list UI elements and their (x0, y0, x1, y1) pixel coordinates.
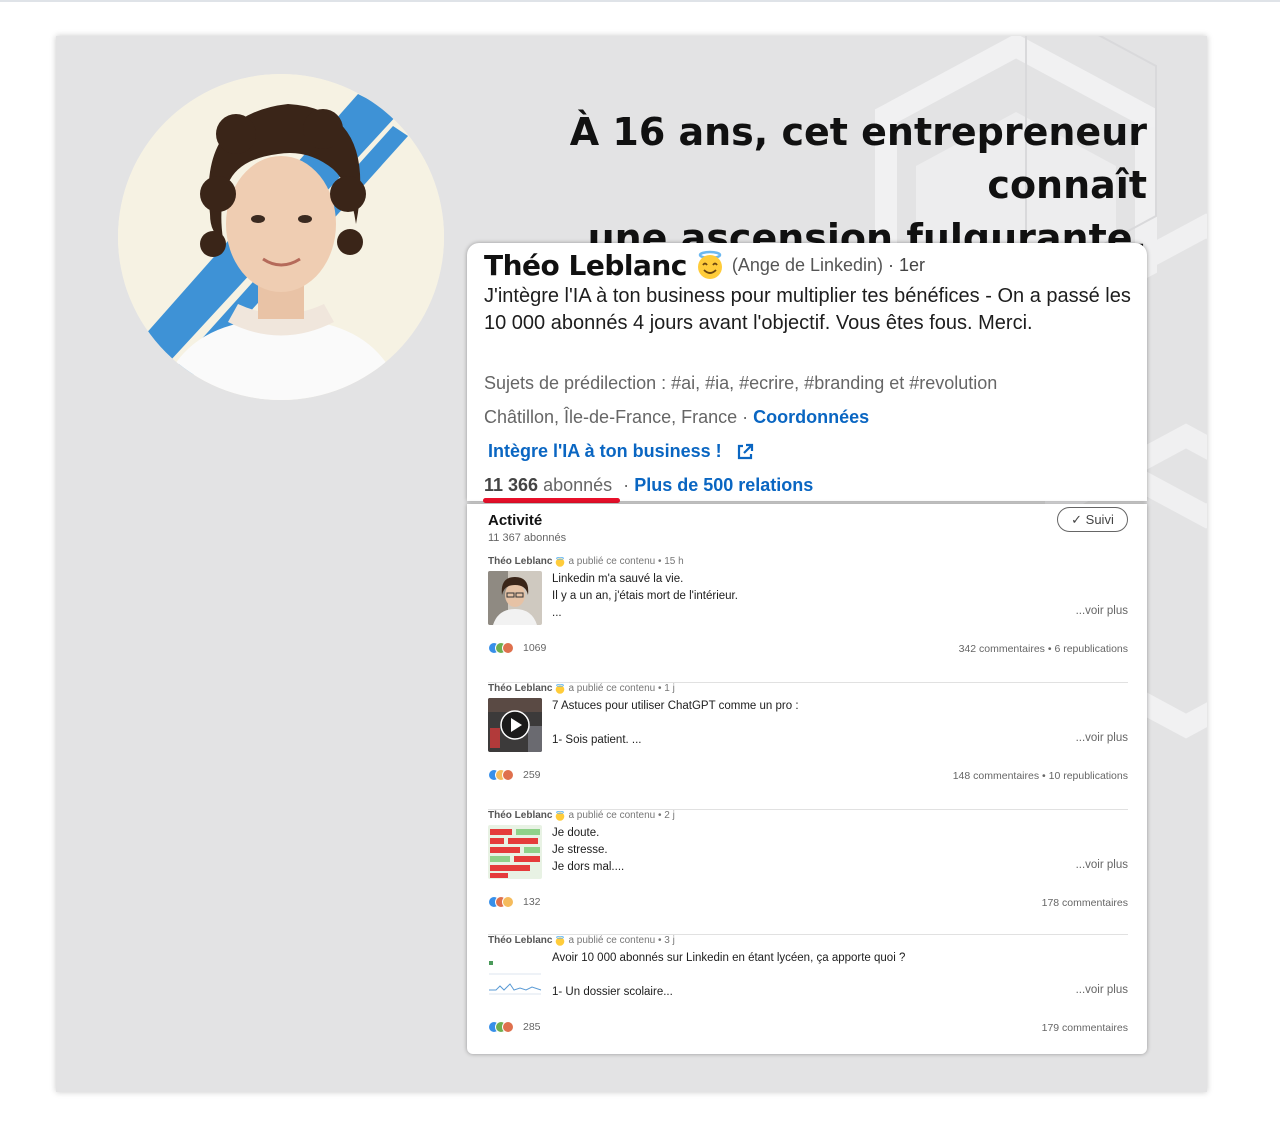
smiling-face-with-halo-icon (697, 250, 722, 279)
activity-post[interactable]: Théo Leblanc a publié ce contenu • 1 j 7… (488, 683, 1128, 810)
post-action: a publié ce contenu (568, 810, 656, 821)
post-text-line: 1- Un dossier scolaire... (552, 986, 673, 998)
post-time: • 15 h (657, 556, 684, 567)
post-text-line: Je dors mal.... (552, 861, 625, 873)
profile-photo-avatar (118, 74, 444, 400)
see-more-link[interactable]: ...voir plus (1076, 984, 1128, 996)
profile-name-row: Théo Leblanc (Ange de Linkedin) · 1er (484, 247, 925, 283)
profile-location-row: Châtillon, Île-de-France, France · Coord… (484, 407, 869, 428)
post-time: • 3 j (657, 935, 675, 946)
headline-title: À 16 ans, cet entrepreneur connaît une a… (427, 106, 1147, 265)
activity-panel: Activité 11 367 abonnés ✓ Suivi Théo Leb… (467, 504, 1147, 1054)
post-author[interactable]: Théo Leblanc (488, 556, 552, 567)
post-text-line: 1- Sois patient. ... (552, 734, 642, 746)
reaction-count: 132 (523, 896, 541, 908)
post-meta: Théo Leblanc a publié ce contenu • 2 j (488, 810, 675, 821)
post-meta: Théo Leblanc a publié ce contenu • 1 j (488, 683, 675, 694)
post-reactions[interactable]: 132 (488, 896, 541, 908)
stats-separator: · (623, 475, 630, 495)
profile-name: Théo Leblanc (484, 248, 687, 282)
activity-post[interactable]: Théo Leblanc a publié ce contenu • 15 h … (488, 556, 1128, 683)
see-more-link[interactable]: ...voir plus (1076, 605, 1128, 617)
activity-post[interactable]: Théo Leblanc a publié ce contenu • 2 j J… (488, 810, 1128, 935)
reaction-count: 285 (523, 1021, 541, 1033)
post-text-line: 7 Astuces pour utiliser ChatGPT comme un… (552, 700, 799, 712)
reaction-count: 1069 (523, 642, 547, 654)
connection-degree: · 1er (888, 254, 926, 275)
promo-card: À 16 ans, cet entrepreneur connaît une a… (56, 36, 1207, 1092)
post-reactions[interactable]: 259 (488, 769, 541, 781)
post-text: 7 Astuces pour utiliser ChatGPT comme un… (552, 698, 1052, 749)
post-text-line: Avoir 10 000 abonnés sur Linkedin en éta… (552, 952, 906, 964)
profile-website-row[interactable]: Intègre l'IA à ton business ! (488, 441, 754, 462)
reaction-icons (488, 642, 514, 654)
post-stats[interactable]: 342 commentaires • 6 republications (959, 643, 1128, 655)
headline-line-1: À 16 ans, cet entrepreneur connaît (569, 110, 1147, 207)
reaction-icons (488, 1021, 514, 1033)
post-text-line: Je doute. (552, 827, 600, 839)
contact-info-link[interactable]: Coordonnées (753, 407, 869, 427)
post-thumbnail-spreadsheet[interactable] (488, 825, 542, 879)
profile-topics: Sujets de prédilection : #ai, #ia, #ecri… (484, 373, 998, 393)
reaction-count: 259 (523, 769, 541, 781)
post-thumbnail-analytics[interactable] (488, 950, 542, 1004)
post-thumbnail-portrait[interactable] (488, 571, 542, 625)
post-text: Linkedin m'a sauvé la vie. Il y a un an,… (552, 571, 1052, 622)
post-text-line (552, 967, 1052, 984)
website-link[interactable]: Intègre l'IA à ton business ! (488, 441, 722, 462)
post-author[interactable]: Théo Leblanc (488, 935, 552, 946)
post-text: Avoir 10 000 abonnés sur Linkedin en éta… (552, 950, 1052, 1001)
activity-followers-count: 11 367 abonnés (488, 532, 567, 544)
post-author[interactable]: Théo Leblanc (488, 810, 552, 821)
post-action: a publié ce contenu (568, 556, 656, 567)
post-reactions[interactable]: 285 (488, 1021, 541, 1033)
smiling-face-with-halo-icon (556, 935, 565, 946)
red-underline-highlight (483, 498, 620, 503)
post-text-line: ... (552, 607, 562, 619)
post-stats[interactable]: 148 commentaires • 10 republications (953, 770, 1128, 782)
post-author[interactable]: Théo Leblanc (488, 683, 552, 694)
post-meta: Théo Leblanc a publié ce contenu • 3 j (488, 935, 675, 946)
activity-post[interactable]: Théo Leblanc a publié ce contenu • 3 j A… (488, 935, 1128, 1053)
post-action: a publié ce contenu (568, 683, 656, 694)
see-more-link[interactable]: ...voir plus (1076, 732, 1128, 744)
post-text-line: Je stresse. (552, 844, 608, 856)
post-time: • 1 j (657, 683, 675, 694)
linkedin-profile-panel: Théo Leblanc (Ange de Linkedin) · 1er J'… (467, 243, 1147, 503)
post-action: a publié ce contenu (568, 935, 656, 946)
post-meta: Théo Leblanc a publié ce contenu • 15 h (488, 556, 684, 567)
post-reactions[interactable]: 1069 (488, 642, 546, 654)
post-thumbnail-video[interactable] (488, 698, 542, 752)
post-text-line: Il y a un an, j'étais mort de l'intérieu… (552, 590, 738, 602)
see-more-link[interactable]: ...voir plus (1076, 859, 1128, 871)
profile-location: Châtillon, Île-de-France, France · (484, 407, 749, 427)
post-stats[interactable]: 178 commentaires (1042, 897, 1128, 909)
post-text-line (552, 715, 1052, 732)
followers-label: abonnés (543, 475, 613, 495)
reaction-icons (488, 769, 514, 781)
profile-stats-row: 11 366 abonnés · Plus de 500 relations (483, 475, 813, 503)
profile-nickname: (Ange de Linkedin) (731, 254, 884, 275)
relations-link[interactable]: Plus de 500 relations (634, 475, 813, 495)
post-time: • 2 j (657, 810, 675, 821)
profile-headline-text: J'intègre l'IA à ton business pour multi… (484, 285, 1131, 334)
post-text-line: Linkedin m'a sauvé la vie. (552, 573, 684, 585)
smiling-face-with-halo-icon (556, 810, 565, 821)
activity-title: Activité (488, 512, 543, 529)
external-link-icon[interactable] (736, 443, 754, 461)
post-stats[interactable]: 179 commentaires (1042, 1022, 1128, 1034)
reaction-icons (488, 896, 514, 908)
followers-number: 11 366 (484, 475, 539, 495)
post-text: Je doute. Je stresse. Je dors mal.... (552, 825, 1052, 876)
top-divider-line (0, 0, 1280, 2)
followers-count[interactable]: 11 366 abonnés (483, 475, 620, 503)
smiling-face-with-halo-icon (556, 556, 565, 567)
follow-button[interactable]: ✓ Suivi (1057, 507, 1128, 532)
smiling-face-with-halo-icon (556, 683, 565, 694)
